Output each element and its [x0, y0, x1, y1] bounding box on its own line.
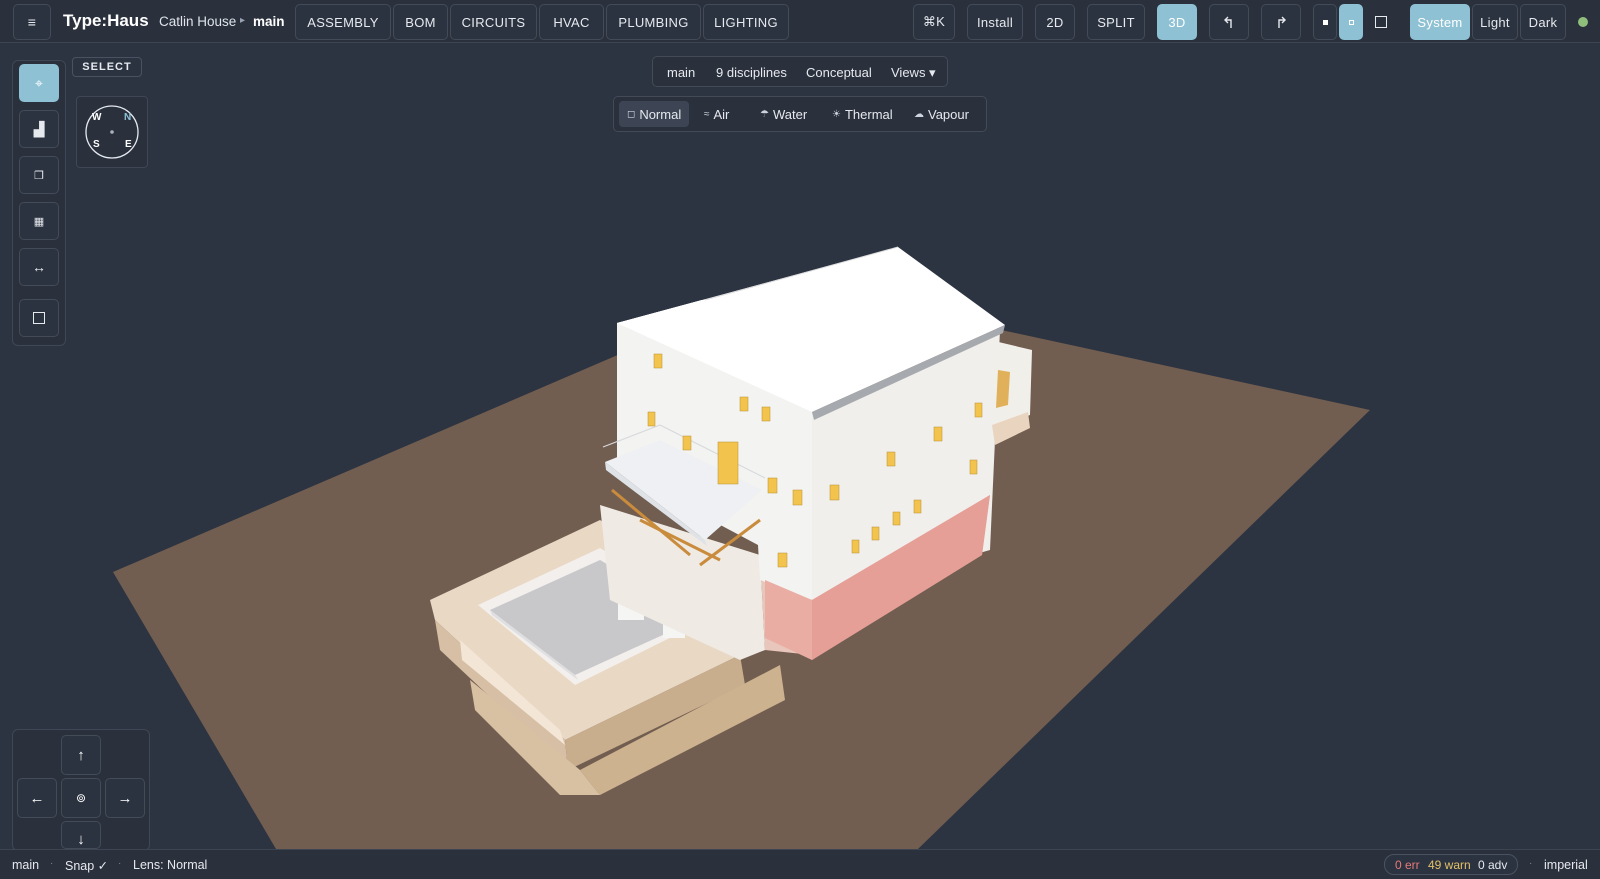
command-palette-button[interactable]: ⌘K [913, 4, 955, 40]
tool-panel: ⌖ ▟ ❐ ▦ ↔ [12, 60, 66, 346]
diagnostics-badge[interactable]: 0 err 49 warn 0 adv [1384, 854, 1518, 875]
breadcrumb-chevron-icon: ▸ [240, 15, 246, 26]
copy-tool-icon: ❐ [34, 169, 44, 182]
air-lens-icon: ≈ [704, 108, 710, 120]
separator-dot-icon: · [1529, 858, 1533, 869]
lens-normal-button[interactable]: ◻ Normal [619, 101, 690, 127]
arrow-right-icon: → [117, 789, 133, 807]
stair-tool-icon: ▟ [33, 120, 45, 137]
hamburger-icon: ≡ [27, 14, 37, 30]
select-tool-icon: ⌖ [35, 74, 43, 91]
rectangle-tool-icon [33, 312, 45, 324]
theme-system-button[interactable]: System [1410, 4, 1470, 40]
redo-button[interactable] [1261, 4, 1301, 40]
vapour-lens-icon: ☁ [914, 108, 924, 120]
status-units[interactable]: imperial [1544, 858, 1588, 872]
theme-light-button[interactable]: Light [1472, 4, 1518, 40]
lens-water-button[interactable]: ☂ Water [752, 101, 815, 127]
lens-bar: ◻ Normal ≈ Air ☂ Water ☀ Thermal ☁ Vapou… [613, 96, 987, 132]
view-split-button[interactable]: SPLIT [1087, 4, 1145, 40]
arrow-up-icon: ↑ [77, 746, 85, 764]
density-medium-button[interactable] [1339, 4, 1363, 40]
view-3d-button[interactable]: 3D [1157, 4, 1197, 40]
pan-up-button[interactable]: ↑ [61, 735, 101, 775]
tab-bom[interactable]: BOM [393, 4, 448, 40]
advisory-count: 0 adv [1478, 858, 1508, 872]
lens-normal-label: Normal [639, 106, 682, 122]
status-bar: main · Snap ✓ · Lens: Normal 0 err 49 wa… [0, 849, 1600, 879]
info-branch[interactable]: main [667, 65, 695, 80]
redo-icon [1278, 16, 1286, 28]
pan-down-button[interactable]: ↓ [61, 821, 101, 849]
top-bar: ≡ Type:Haus Catlin House ▸ main ASSEMBLY… [0, 0, 1600, 43]
pan-left-button[interactable]: ← [17, 778, 57, 818]
medium-dot-icon [1348, 19, 1354, 25]
tab-circuits[interactable]: CIRCUITS [450, 4, 537, 40]
app-brand: Type:Haus [63, 11, 149, 30]
recenter-button[interactable]: ⊚ [61, 778, 101, 818]
menu-button[interactable]: ≡ [13, 4, 51, 40]
connection-status-indicator [1578, 17, 1588, 27]
measure-tool-button[interactable]: ↔ [19, 248, 59, 286]
compass-e: E [125, 139, 132, 150]
arrow-down-icon: ↓ [77, 831, 85, 848]
lens-thermal-button[interactable]: ☀ Thermal [824, 101, 901, 127]
pan-right-button[interactable]: → [105, 778, 145, 818]
compass-n: N [124, 112, 132, 123]
rectangle-tool-button[interactable] [19, 299, 59, 337]
target-icon: ⊚ [75, 791, 87, 805]
copy-tool-button[interactable]: ❐ [19, 156, 59, 194]
navigation-pad: ↑ ← ⊚ → ↓ [12, 729, 150, 851]
install-button[interactable]: Install [967, 4, 1023, 40]
separator-dot-icon: · [50, 858, 54, 869]
tab-plumbing[interactable]: PLUMBING [606, 4, 701, 40]
breadcrumb-project[interactable]: Catlin House [159, 14, 236, 29]
breadcrumb-branch[interactable]: main [253, 14, 285, 29]
status-branch: main [12, 858, 40, 872]
compass-s: S [93, 139, 100, 150]
separator-dot-icon: · [118, 858, 122, 869]
select-tool-button[interactable]: ⌖ [19, 64, 59, 102]
tool-mode-badge: SELECT [72, 57, 142, 77]
tab-assembly[interactable]: ASSEMBLY [295, 4, 391, 40]
compass-w: W [92, 112, 102, 123]
lens-air-label: Air [713, 106, 730, 122]
compass-widget[interactable]: W N S E [76, 96, 148, 168]
density-large-button[interactable] [1365, 4, 1397, 40]
lens-thermal-label: Thermal [844, 106, 893, 122]
undo-button[interactable] [1209, 4, 1249, 40]
theme-dark-button[interactable]: Dark [1520, 4, 1566, 40]
status-snap[interactable]: Snap ✓ [65, 858, 108, 873]
fill-tool-button[interactable]: ▦ [19, 202, 59, 240]
lens-vapour-button[interactable]: ☁ Vapour [906, 101, 977, 127]
error-count: 0 err [1395, 858, 1420, 872]
views-dropdown[interactable]: Views ▾ [891, 65, 936, 81]
lens-water-label: Water [772, 106, 808, 122]
view-2d-button[interactable]: 2D [1035, 4, 1075, 40]
square-icon [1375, 16, 1387, 28]
small-dot-icon [1322, 19, 1328, 25]
normal-lens-icon: ◻ [627, 108, 636, 120]
arrow-left-icon: ← [29, 789, 45, 807]
lens-air-button[interactable]: ≈ Air [696, 101, 737, 127]
3d-viewport[interactable] [0, 44, 1600, 849]
stair-tool-button[interactable]: ▟ [19, 110, 59, 148]
compass-icon [85, 105, 139, 159]
tab-lighting[interactable]: LIGHTING [703, 4, 789, 40]
measure-tool-icon: ↔ [32, 259, 46, 275]
thermal-lens-icon: ☀ [832, 108, 841, 120]
status-lens: Lens: Normal [133, 858, 208, 872]
lens-vapour-label: Vapour [928, 106, 969, 122]
warning-count: 49 warn [1428, 858, 1471, 872]
tab-hvac[interactable]: HVAC [539, 4, 604, 40]
fill-tool-icon: ▦ [33, 215, 45, 228]
info-bar: main 9 disciplines Conceptual Views ▾ [652, 56, 948, 87]
water-lens-icon: ☂ [760, 108, 769, 120]
info-stage[interactable]: Conceptual [806, 65, 872, 80]
info-disciplines[interactable]: 9 disciplines [716, 65, 787, 80]
density-small-button[interactable] [1313, 4, 1337, 40]
undo-icon [1224, 16, 1232, 28]
